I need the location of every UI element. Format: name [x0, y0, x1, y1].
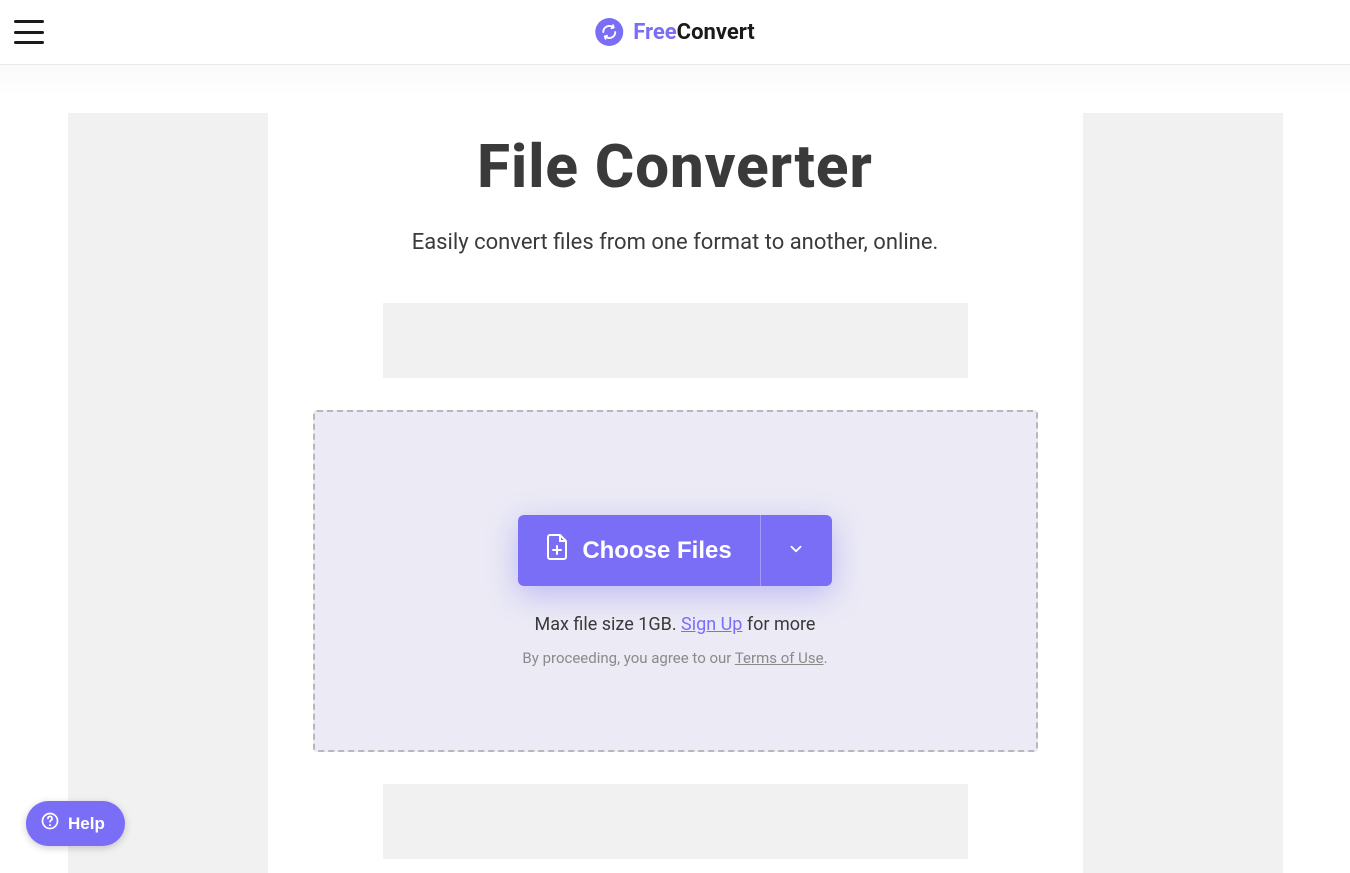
logo-icon [595, 18, 623, 46]
chevron-down-icon [787, 540, 805, 561]
help-button[interactable]: Help [26, 801, 125, 846]
logo-text-convert: Convert [677, 20, 755, 45]
max-file-suffix: for more [742, 614, 815, 635]
max-file-info: Max file size 1GB. Sign Up for more [535, 614, 816, 635]
right-ad-placeholder [1083, 113, 1283, 873]
choose-files-button[interactable]: Choose Files [518, 515, 759, 586]
container: File Converter Easily convert files from… [68, 113, 1283, 873]
header: FreeConvert [0, 0, 1350, 65]
choose-files-button-group: Choose Files [518, 515, 831, 586]
top-ad-placeholder [383, 303, 968, 378]
terms-link[interactable]: Terms of Use [735, 649, 824, 667]
hamburger-menu-icon[interactable] [14, 20, 44, 44]
file-add-icon [546, 533, 570, 568]
page-body: File Converter Easily convert files from… [0, 65, 1350, 870]
max-file-prefix: Max file size 1GB. [535, 614, 682, 635]
page-title: File Converter [313, 131, 1038, 202]
page-subtitle: Easily convert files from one format to … [313, 230, 1038, 255]
terms-info: By proceeding, you agree to our Terms of… [522, 649, 827, 667]
terms-suffix: . [824, 649, 828, 667]
bottom-ad-placeholder [383, 784, 968, 859]
logo[interactable]: FreeConvert [595, 18, 755, 46]
left-ad-placeholder [68, 113, 268, 873]
file-dropzone[interactable]: Choose Files Max file size 1GB. Sign Up … [313, 410, 1038, 752]
choose-files-label: Choose Files [582, 537, 731, 565]
logo-text: FreeConvert [633, 20, 755, 45]
terms-prefix: By proceeding, you agree to our [522, 649, 734, 667]
signup-link[interactable]: Sign Up [681, 614, 742, 635]
main-content: File Converter Easily convert files from… [313, 113, 1038, 873]
logo-text-free: Free [633, 20, 676, 45]
help-label: Help [68, 814, 105, 834]
choose-files-dropdown-button[interactable] [760, 515, 832, 586]
help-icon [40, 811, 60, 836]
